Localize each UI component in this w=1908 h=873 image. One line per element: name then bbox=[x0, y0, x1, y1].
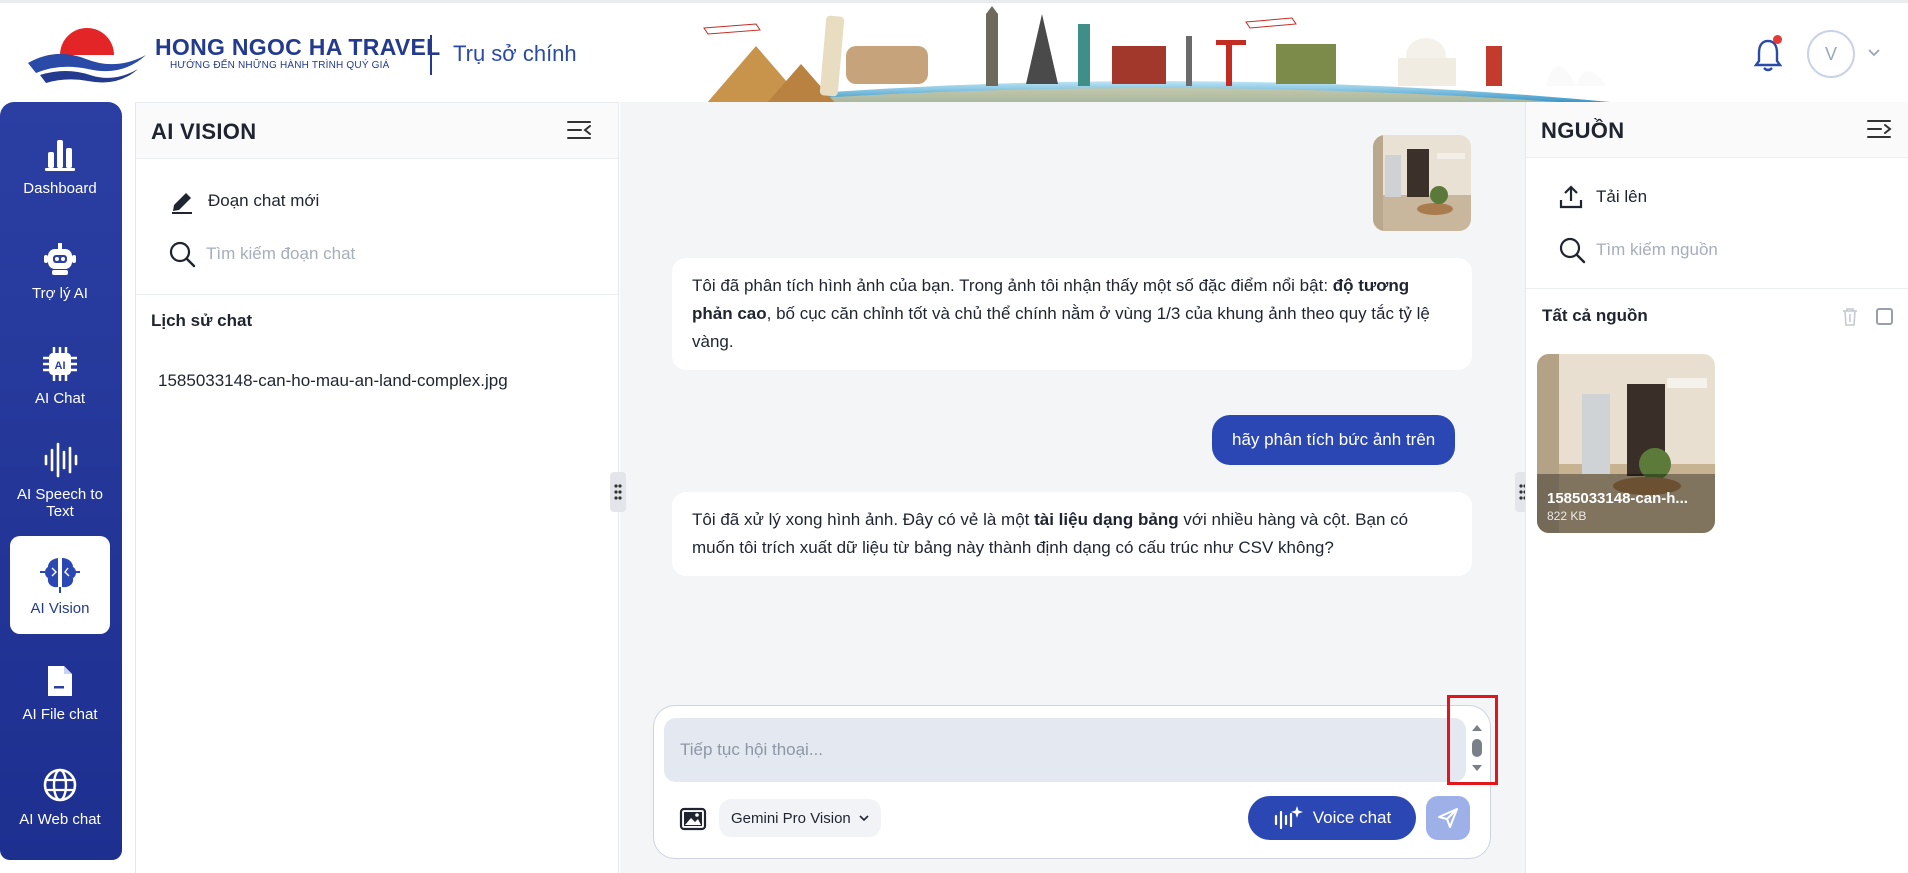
source-file-name: 1585033148-can-h... bbox=[1547, 490, 1688, 507]
search-icon bbox=[169, 241, 196, 268]
nav-label: AI Chat bbox=[34, 389, 86, 407]
collapse-panel-icon[interactable] bbox=[566, 119, 592, 141]
travel-landmarks-banner bbox=[686, 6, 1632, 104]
image-upload-icon[interactable] bbox=[678, 805, 708, 835]
app-header: HONG NGOC HA TRAVEL HƯỚNG ĐẾN NHỮNG HÀNH… bbox=[0, 3, 1908, 104]
nav-item-web-chat[interactable]: AI Web chat bbox=[10, 747, 110, 845]
send-plane-icon bbox=[1438, 808, 1458, 828]
model-selector[interactable]: Gemini Pro Vision bbox=[719, 799, 881, 837]
new-chat-label: Đoạn chat mới bbox=[208, 191, 320, 210]
source-caption: 1585033148-can-h... 822 KB bbox=[1547, 490, 1688, 523]
bar-chart-icon bbox=[45, 139, 75, 171]
nav-item-file-chat[interactable]: AI File chat bbox=[10, 642, 110, 740]
divider bbox=[1526, 288, 1908, 289]
user-message: hãy phân tích bức ảnh trên bbox=[1212, 415, 1456, 465]
robot-icon bbox=[44, 242, 76, 275]
brand-logo-icon bbox=[28, 28, 146, 83]
drag-handle-icon bbox=[614, 484, 622, 500]
nav-item-dashboard[interactable]: Dashboard bbox=[10, 116, 110, 214]
brand-divider bbox=[430, 35, 432, 75]
sources-panel: NGUỒN Tải lên Tất cả nguồn bbox=[1525, 102, 1908, 873]
message-text: Tôi đã xử lý xong hình ảnh. Đây có vẻ là… bbox=[692, 510, 1035, 529]
nav-label: Dashboard bbox=[23, 179, 97, 197]
trash-icon[interactable] bbox=[1841, 307, 1859, 327]
source-file-size: 822 KB bbox=[1547, 509, 1587, 523]
input-scrollbar-thumb[interactable] bbox=[1472, 739, 1482, 757]
brand-tagline: HƯỚNG ĐẾN NHỮNG HÀNH TRÌNH QUÝ GIÁ bbox=[170, 60, 390, 71]
user-uploaded-image[interactable] bbox=[1373, 135, 1471, 231]
chevron-down-icon[interactable] bbox=[1867, 47, 1881, 59]
left-resize-handle[interactable] bbox=[610, 472, 626, 512]
panel-header: AI VISION bbox=[136, 103, 618, 159]
history-heading: Lịch sử chat bbox=[151, 311, 253, 330]
scroll-up-arrow-icon[interactable] bbox=[1471, 724, 1483, 732]
chat-search-input[interactable] bbox=[206, 244, 586, 264]
assistant-message: Tôi đã phân tích hình ảnh của bạn. Trong… bbox=[672, 258, 1472, 370]
edit-pen-icon bbox=[172, 193, 192, 214]
svg-text:AI: AI bbox=[55, 360, 66, 372]
nav-item-ai-assistant[interactable]: Trợ lý AI bbox=[10, 221, 110, 319]
chevron-down-icon bbox=[859, 815, 869, 822]
brain-icon bbox=[40, 557, 80, 593]
message-text: , bố cục căn chỉnh tốt và chủ thể chính … bbox=[692, 304, 1430, 351]
voice-sparkle-icon bbox=[1274, 806, 1303, 830]
brand-name: HONG NGOC HA TRAVEL bbox=[155, 34, 441, 60]
panel-title: AI VISION bbox=[151, 119, 257, 144]
file-icon bbox=[48, 665, 72, 696]
panel-header: NGUỒN bbox=[1526, 102, 1908, 158]
message-composer: Gemini Pro Vision Voice chat bbox=[653, 705, 1491, 859]
branch-label[interactable]: Trụ sở chính bbox=[453, 41, 577, 67]
nav-label: AI Vision bbox=[30, 599, 90, 617]
nav-item-ai-chat[interactable]: AI AI Chat bbox=[10, 326, 110, 424]
upload-label: Tải lên bbox=[1596, 187, 1648, 206]
upload-button[interactable]: Tải lên bbox=[1558, 184, 1647, 210]
new-chat-button[interactable]: Đoạn chat mới bbox=[168, 187, 319, 215]
globe-icon bbox=[43, 768, 77, 801]
scroll-down-arrow-icon[interactable] bbox=[1471, 764, 1483, 772]
history-item[interactable]: 1585033148-can-ho-mau-an-land-complex.jp… bbox=[158, 371, 508, 391]
panel-title: NGUỒN bbox=[1541, 118, 1625, 143]
upload-icon bbox=[1559, 185, 1583, 209]
select-all-checkbox[interactable] bbox=[1876, 308, 1893, 325]
source-search bbox=[1558, 234, 1888, 266]
chat-search bbox=[168, 239, 598, 269]
voice-chat-label: Voice chat bbox=[1312, 808, 1392, 827]
user-avatar[interactable]: V bbox=[1807, 30, 1855, 78]
chip-icon: AI bbox=[43, 346, 77, 381]
nav-label: AI Speech to Text bbox=[17, 486, 103, 520]
search-icon bbox=[1559, 237, 1586, 264]
sound-wave-icon bbox=[44, 442, 78, 478]
notification-dot bbox=[1773, 35, 1782, 44]
message-bold-text: tài liệu dạng bảng bbox=[1034, 510, 1179, 529]
send-button[interactable] bbox=[1426, 796, 1470, 840]
message-input[interactable] bbox=[664, 718, 1466, 782]
nav-item-ai-vision[interactable]: AI Vision bbox=[10, 536, 110, 634]
nav-label: AI File chat bbox=[22, 705, 98, 723]
chat-history-panel: AI VISION Đoạn chat mới Lịch sử chat 158… bbox=[135, 102, 619, 873]
assistant-message: Tôi đã xử lý xong hình ảnh. Đây có vẻ là… bbox=[672, 492, 1472, 576]
collapse-panel-icon[interactable] bbox=[1866, 118, 1892, 140]
divider bbox=[136, 294, 618, 295]
nav-label: AI Web chat bbox=[19, 810, 101, 828]
source-file-card[interactable]: 1585033148-can-h... 822 KB bbox=[1537, 354, 1715, 533]
source-search-input[interactable] bbox=[1596, 240, 1876, 260]
nav-item-speech-to-text[interactable]: AI Speech to Text bbox=[10, 431, 110, 529]
all-sources-label: Tất cả nguồn bbox=[1542, 306, 1648, 325]
message-text: Tôi đã phân tích hình ảnh của bạn. Trong… bbox=[692, 276, 1333, 295]
main-sidebar: Dashboard Trợ lý AI AI AI Chat AI Speech… bbox=[0, 102, 122, 860]
voice-chat-button[interactable]: Voice chat bbox=[1248, 796, 1416, 840]
nav-label: Trợ lý AI bbox=[32, 284, 88, 302]
model-name: Gemini Pro Vision bbox=[731, 809, 851, 827]
